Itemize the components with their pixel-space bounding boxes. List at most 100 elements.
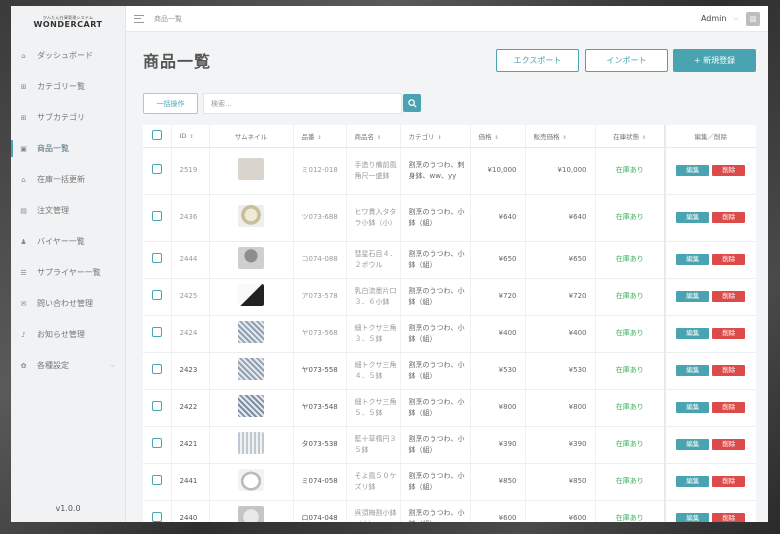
table-row[interactable]: 2444 コ074-088 彗星石目４．２ボウル 割烹のうつわ、小鉢（組） ¥650 ¥6… <box>143 241 756 279</box>
users-icon: ♟ <box>20 237 27 246</box>
row-checkbox[interactable] <box>143 389 172 427</box>
sidebar-item-5[interactable]: ▤ 注文管理 <box>11 195 125 226</box>
delete-button[interactable]: 削除 <box>712 365 746 376</box>
row-name[interactable]: 細トクサ三角３．５鉢 <box>346 315 401 353</box>
search-input[interactable]: 検索... <box>203 93 402 114</box>
edit-button[interactable]: 編集 <box>676 513 710 522</box>
select-all-checkbox[interactable] <box>143 125 172 148</box>
row-id: 2444 <box>171 241 210 279</box>
sidebar-item-label: バイヤー一覧 <box>37 237 85 246</box>
row-checkbox[interactable] <box>143 241 172 279</box>
edit-button[interactable]: 編集 <box>676 254 710 265</box>
main-content: 商品一覧 エクスポート インポート + 新規登録 一括操作 検索... ID ⇕ … <box>126 32 768 522</box>
row-name[interactable]: 細トクサ三角５．５鉢 <box>346 389 401 427</box>
row-id: 2440 <box>171 500 210 522</box>
col-name[interactable]: 商品名 ⇕ <box>346 125 401 148</box>
add-product-button[interactable]: + 新規登録 <box>673 49 756 72</box>
bulk-action-button[interactable]: 一括操作 <box>143 93 198 114</box>
row-category: 割烹のうつわ、小鉢（組） <box>400 463 471 501</box>
sidebar-item-0[interactable]: ⌂ ダッシュボード <box>11 40 125 71</box>
row-checkbox[interactable] <box>143 315 172 353</box>
sidebar-item-9[interactable]: ♪ お知らせ管理 <box>11 319 125 350</box>
chevron-down-icon: ⌵ <box>733 14 738 22</box>
col-category[interactable]: カテゴリ ⇕ <box>400 125 471 148</box>
row-name[interactable]: 彗星石目４．２ボウル <box>346 241 401 279</box>
row-category: 割烹のうつわ、小鉢（組） <box>400 278 471 316</box>
delete-button[interactable]: 削除 <box>712 254 746 265</box>
table-row[interactable]: 2425 ア073-578 乳白流墨片口３．６小鉢 割烹のうつわ、小鉢（組） ¥720 ¥… <box>143 278 756 316</box>
row-checkbox[interactable] <box>143 147 172 195</box>
edit-button[interactable]: 編集 <box>676 365 710 376</box>
table-row[interactable]: 2440ロ074-048呉須梅割小鉢（小）割烹のうつわ、小鉢（組）¥600¥60… <box>143 500 756 522</box>
row-checkbox[interactable] <box>143 352 172 390</box>
row-checkbox[interactable] <box>143 463 172 501</box>
row-actions: 編集 削除 <box>664 278 756 316</box>
sidebar-item-8[interactable]: ✉ 問い合わせ管理 <box>11 288 125 319</box>
delete-button[interactable]: 削除 <box>712 328 746 339</box>
delete-button[interactable]: 削除 <box>712 513 746 522</box>
sidebar-item-1[interactable]: ⊞ カテゴリー覧 <box>11 71 125 102</box>
breadcrumb[interactable]: 商品一覧 <box>154 14 182 24</box>
table-row[interactable]: 2424 ヤ073-568 細トクサ三角３．５鉢 割烹のうつわ、小鉢（組） ¥400 ¥4… <box>143 315 756 353</box>
edit-button[interactable]: 編集 <box>676 476 710 487</box>
edit-button[interactable]: 編集 <box>676 439 710 450</box>
table-row[interactable]: 2422 ヤ073-548 細トクサ三角５．５鉢 割烹のうつわ、小鉢（組） ¥800 ¥8… <box>143 389 756 427</box>
row-actions: 編集 削除 <box>664 315 756 353</box>
edit-button[interactable]: 編集 <box>676 402 710 413</box>
row-code: ツ073-688 <box>293 194 347 242</box>
sidebar-item-3[interactable]: ▣ 商品一覧 <box>11 133 125 164</box>
row-checkbox[interactable] <box>143 500 172 522</box>
avatar[interactable]: ▧ <box>746 11 760 26</box>
delete-button[interactable]: 削除 <box>712 476 746 487</box>
grid-icon: ⊞ <box>20 113 27 122</box>
edit-button[interactable]: 編集 <box>676 165 710 176</box>
edit-button[interactable]: 編集 <box>676 291 710 302</box>
sidebar-item-10[interactable]: ✿ 各種設定 ⌵ <box>11 350 125 381</box>
col-code[interactable]: 品番 ⇕ <box>293 125 347 148</box>
col-id[interactable]: ID ⇕ <box>171 125 210 148</box>
export-button[interactable]: エクスポート <box>496 49 579 72</box>
row-name[interactable]: そよ風５０ケズリ鉢 <box>346 463 401 501</box>
row-name[interactable]: ヒワ貫入タタラ小鉢（小） <box>346 194 401 242</box>
sidebar-item-4[interactable]: ⌂ 在庫一括更新 <box>11 164 125 195</box>
sidebar-item-7[interactable]: ☰ サプライヤー一覧 <box>11 257 125 288</box>
sidebar-nav: ⌂ ダッシュボード ⊞ カテゴリー覧 ⊞ サブカテゴリ ▣ 商品一覧 ⌂ 在庫一括更新 ▤ 注文管理 ♟… <box>11 40 125 381</box>
table-header: ID ⇕ サムネイル 品番 ⇕ 商品名 ⇕ カテゴリ ⇕ 価格 ⇕ 販売価格 ⇕ 在庫状態 ⇕… <box>143 125 756 148</box>
row-checkbox[interactable] <box>143 426 172 464</box>
table-row[interactable]: 2436 ツ073-688 ヒワ貫入タタラ小鉢（小） 割烹のうつわ、小鉢（組） ¥640… <box>143 194 756 242</box>
table-row[interactable]: 2423 ヤ073-558 細トクサ三角４．５鉢 割烹のうつわ、小鉢（組） ¥530 ¥5… <box>143 352 756 390</box>
delete-button[interactable]: 削除 <box>712 402 746 413</box>
gear-icon: ✿ <box>20 361 27 370</box>
row-name[interactable]: 呉須梅割小鉢（小） <box>346 500 401 522</box>
row-id: 2422 <box>171 389 210 427</box>
delete-button[interactable]: 削除 <box>712 439 746 450</box>
row-name[interactable]: 手造り備前風角尺一盛鉢 <box>346 147 401 195</box>
menu-icon[interactable] <box>134 14 144 23</box>
import-button[interactable]: インポート <box>585 49 668 72</box>
row-sale-price: ¥390 <box>525 426 596 464</box>
row-name[interactable]: 細トクサ三角４．５鉢 <box>346 352 401 390</box>
row-name[interactable]: 藍十草楕円３５鉢 <box>346 426 401 464</box>
search-button[interactable] <box>403 94 421 112</box>
user-menu[interactable]: Admin ⌵ ▧ <box>701 11 760 26</box>
delete-button[interactable]: 削除 <box>712 165 746 176</box>
logo[interactable]: かんたん在庫管理システム WONDERCART <box>11 6 125 37</box>
sidebar-item-6[interactable]: ♟ バイヤー一覧 <box>11 226 125 257</box>
row-stock-status: 在庫あり <box>595 315 666 353</box>
row-name[interactable]: 乳白流墨片口３．６小鉢 <box>346 278 401 316</box>
delete-button[interactable]: 削除 <box>712 212 746 223</box>
table-row[interactable]: 2441 ミ074-058 そよ風５０ケズリ鉢 割烹のうつわ、小鉢（組） ¥850 ¥85… <box>143 463 756 501</box>
table-row[interactable]: 2519 ミ012-018 手造り備前風角尺一盛鉢 割烹のうつわ、刺身鉢、ww、yy ¥… <box>143 147 756 195</box>
col-price[interactable]: 価格 ⇕ <box>470 125 526 148</box>
col-sale-price[interactable]: 販売価格 ⇕ <box>525 125 596 148</box>
table-row[interactable]: 2421 タ073-538 藍十草楕円３５鉢 割烹のうつわ、小鉢（組） ¥390 ¥390… <box>143 426 756 464</box>
edit-button[interactable]: 編集 <box>676 328 710 339</box>
row-checkbox[interactable] <box>143 194 172 242</box>
row-price: ¥650 <box>470 241 526 279</box>
sidebar-item-2[interactable]: ⊞ サブカテゴリ <box>11 102 125 133</box>
delete-button[interactable]: 削除 <box>712 291 746 302</box>
product-table: ID ⇕ サムネイル 品番 ⇕ 商品名 ⇕ カテゴリ ⇕ 価格 ⇕ 販売価格 ⇕ 在庫状態 ⇕… <box>143 125 756 522</box>
edit-button[interactable]: 編集 <box>676 212 710 223</box>
col-stock[interactable]: 在庫状態 ⇕ <box>595 125 666 148</box>
row-checkbox[interactable] <box>143 278 172 316</box>
